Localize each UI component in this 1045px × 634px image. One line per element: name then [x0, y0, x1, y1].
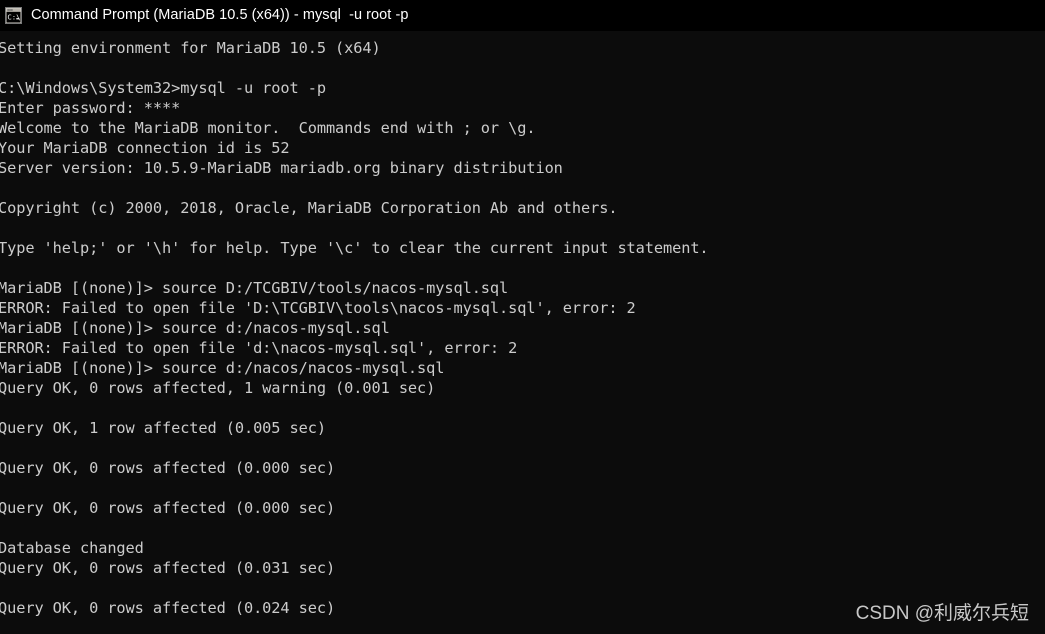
svg-text:C:\: C:\ — [7, 13, 20, 22]
console-line: ERROR: Failed to open file 'D:\TCGBIV\to… — [0, 299, 636, 317]
console-line: Your MariaDB connection id is 52 — [0, 139, 290, 157]
console-window-icon: C:\ — [5, 7, 22, 24]
console-line: Type 'help;' or '\h' for help. Type '\c'… — [0, 239, 709, 257]
console-line: MariaDB [(none)]> source d:/nacos-mysql.… — [0, 319, 390, 337]
console-line: C:\Windows\System32>mysql -u root -p — [0, 79, 326, 97]
console-line: MariaDB [(none)]> source D:/TCGBIV/tools… — [0, 279, 509, 297]
console-line: Query OK, 0 rows affected (0.000 sec) — [0, 459, 336, 477]
console-line: ERROR: Failed to open file 'd:\nacos-mys… — [0, 339, 518, 357]
console-line: Database changed — [0, 539, 144, 557]
command-prompt-window: C:\ Command Prompt (MariaDB 10.5 (x64)) … — [0, 0, 1045, 634]
console-line: Query OK, 0 rows affected, 1 warning (0.… — [0, 379, 436, 397]
console-line: Enter password: **** — [0, 99, 181, 117]
console-line: Welcome to the MariaDB monitor. Commands… — [0, 119, 536, 137]
console-line: Setting environment for MariaDB 10.5 (x6… — [0, 39, 381, 57]
console-line: Query OK, 1 row affected (0.005 sec) — [0, 419, 326, 437]
csdn-watermark: CSDN @利威尔兵短 — [855, 603, 1029, 624]
console-line: Query OK, 0 rows affected (0.000 sec) — [0, 499, 336, 517]
window-title: Command Prompt (MariaDB 10.5 (x64)) - my… — [31, 7, 409, 23]
console-output-area[interactable]: Setting environment for MariaDB 10.5 (x6… — [0, 31, 1045, 634]
console-line: Copyright (c) 2000, 2018, Oracle, MariaD… — [0, 199, 618, 217]
console-text-buffer: Setting environment for MariaDB 10.5 (x6… — [0, 38, 1045, 618]
console-line: MariaDB [(none)]> source d:/nacos/nacos-… — [0, 359, 445, 377]
title-bar[interactable]: C:\ Command Prompt (MariaDB 10.5 (x64)) … — [0, 0, 1045, 31]
console-line: Query OK, 0 rows affected (0.031 sec) — [0, 559, 336, 577]
console-line: Server version: 10.5.9-MariaDB mariadb.o… — [0, 159, 563, 177]
